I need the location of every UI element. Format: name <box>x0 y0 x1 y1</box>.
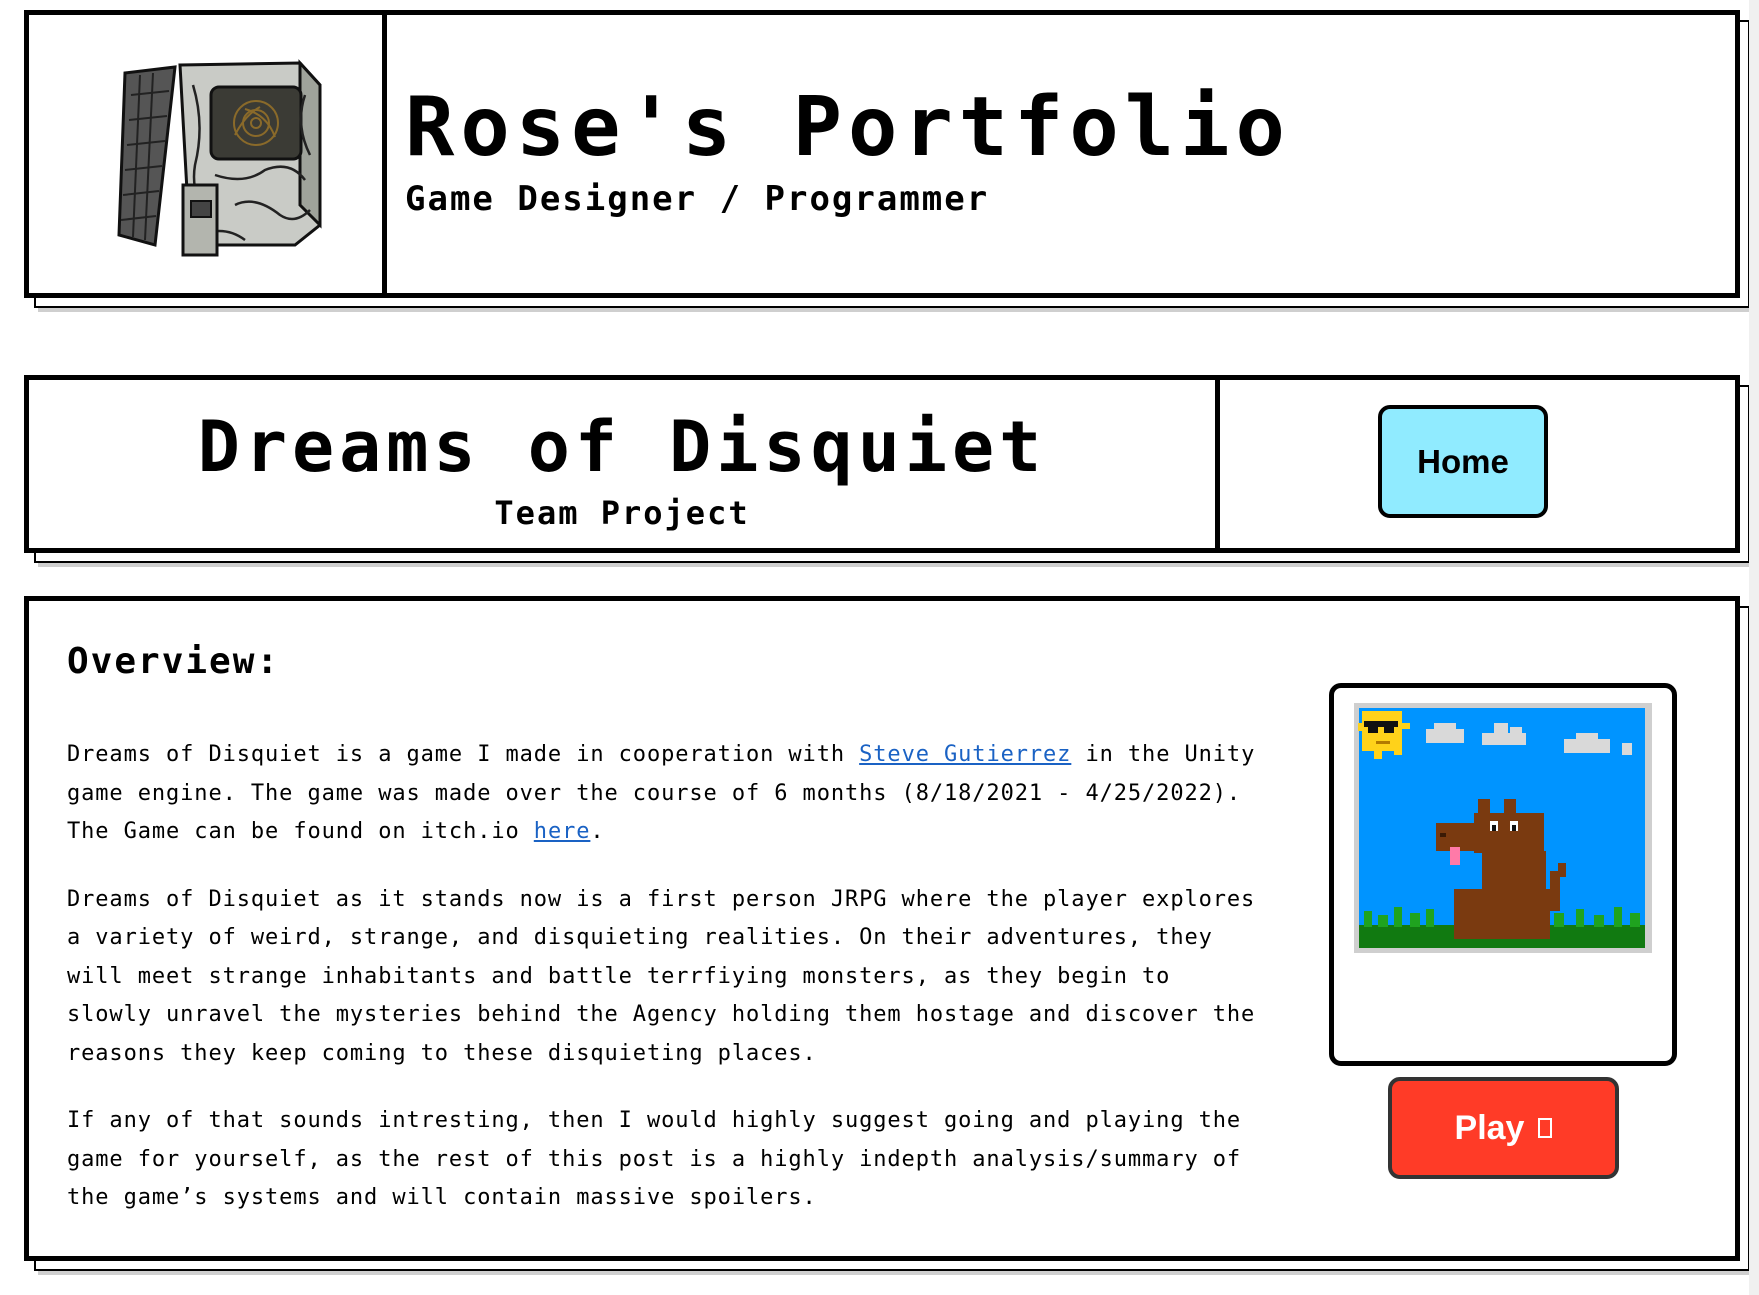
site-title-block: Rose's Portfolio Game Designer / Program… <box>405 80 1291 220</box>
overview-heading: Overview: <box>67 641 281 682</box>
steve-gutierrez-link[interactable]: Steve Gutierrez <box>859 742 1071 767</box>
project-subtitle: Team Project <box>494 494 750 532</box>
overview-section: Overview: Dreams of Disquiet is a game I… <box>24 596 1740 1261</box>
retro-computer-rose-icon <box>117 59 322 257</box>
paragraph-text: Dreams of Disquiet is a game I made in c… <box>67 742 860 767</box>
project-header: Dreams of Disquiet Team Project Home <box>24 375 1740 553</box>
page-scrollbar[interactable] <box>1749 0 1759 1295</box>
external-link-icon <box>1538 1118 1553 1138</box>
game-screenshot-frame <box>1329 683 1677 1066</box>
play-label: Play <box>1454 1108 1525 1147</box>
pixel-art-horse-icon <box>1354 703 1652 953</box>
home-button[interactable]: Home <box>1378 405 1548 518</box>
play-button[interactable]: Play <box>1388 1077 1619 1179</box>
project-title: Dreams of Disquiet <box>197 406 1047 488</box>
site-title: Rose's Portfolio <box>405 80 1291 175</box>
overview-paragraph-3: If any of that sounds intresting, then I… <box>67 1108 1242 1210</box>
overview-text: Dreams of Disquiet is a game I made in c… <box>67 736 1267 1247</box>
overview-paragraph-2: Dreams of Disquiet as it stands now is a… <box>67 886 1256 1066</box>
site-subtitle: Game Designer / Programmer <box>405 179 990 219</box>
itch-io-link[interactable]: here <box>534 819 591 844</box>
site-header: Rose's Portfolio Game Designer / Program… <box>24 10 1740 298</box>
logo-cell <box>29 15 387 293</box>
project-title-block: Dreams of Disquiet Team Project <box>29 380 1220 548</box>
paragraph-text: . <box>590 819 605 844</box>
overview-paragraph-1: Dreams of Disquiet is a game I made in c… <box>67 736 1267 852</box>
